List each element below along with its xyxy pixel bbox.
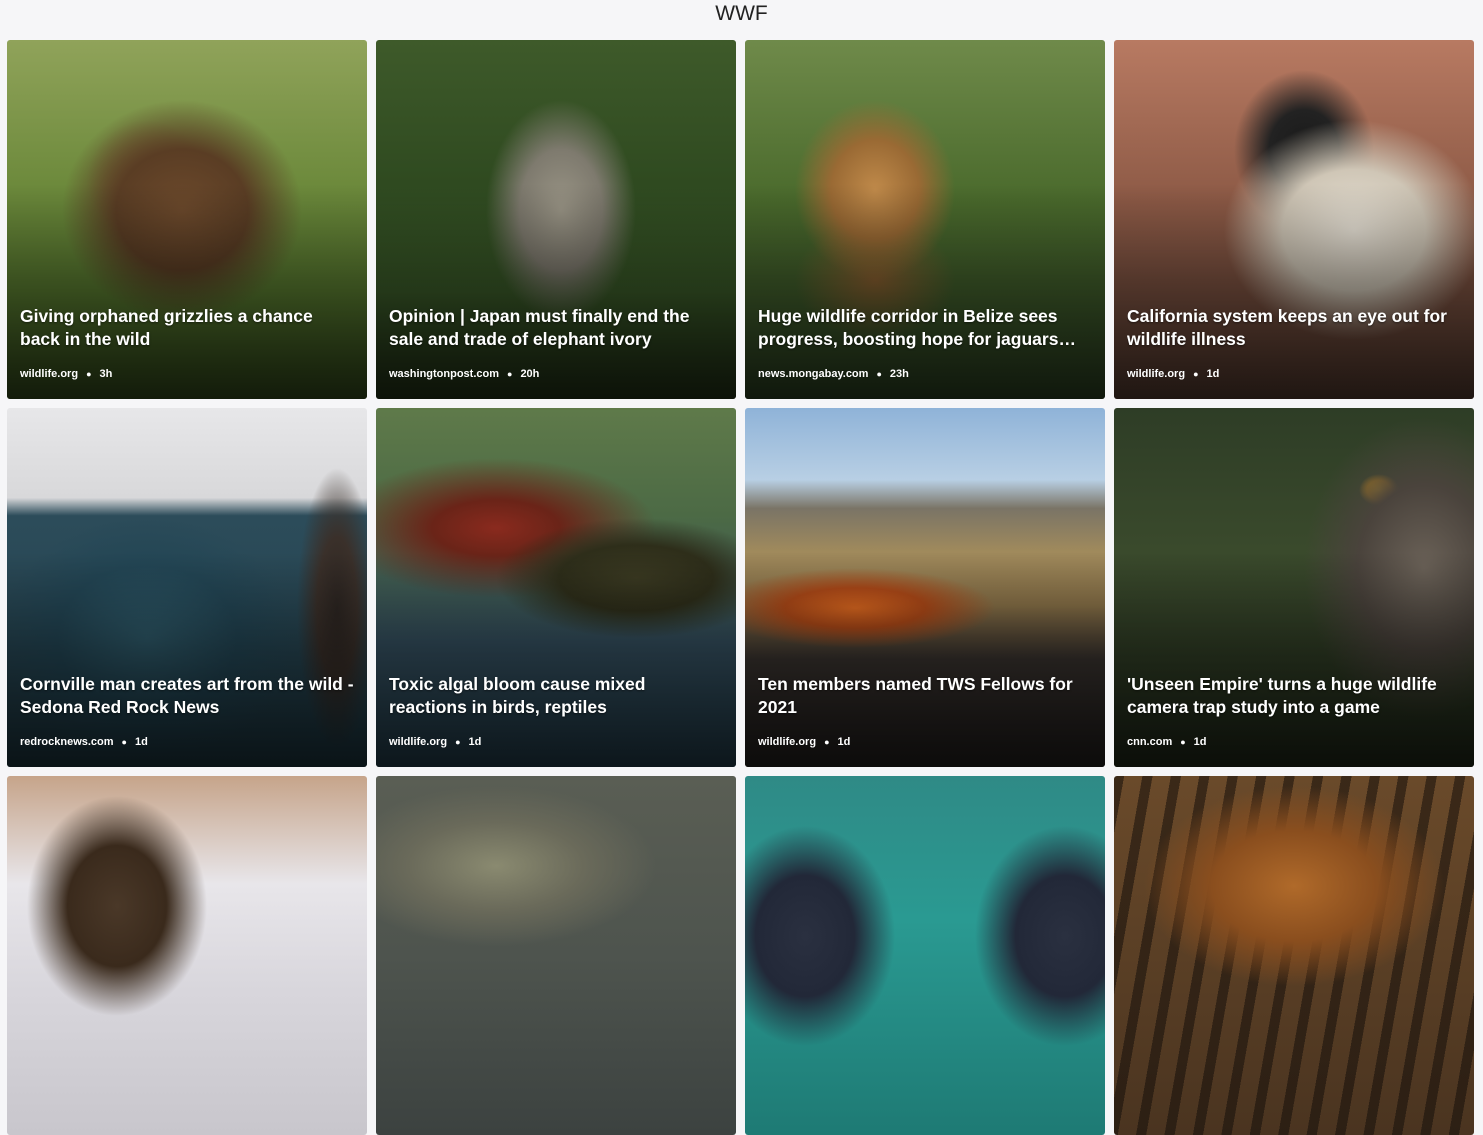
news-card[interactable]: Toxic algal bloom cause mixed reactions … — [376, 408, 736, 767]
card-gradient — [7, 183, 367, 399]
card-gradient — [376, 183, 736, 399]
card-source: wildlife.org — [389, 736, 448, 748]
card-source: redrocknews.com — [20, 736, 114, 748]
card-age: 1d — [468, 736, 482, 748]
card-gradient — [1114, 183, 1474, 399]
card-title[interactable]: Ten members named TWS Fellows for 2021 — [758, 673, 1093, 719]
news-card[interactable]: Ten members named TWS Fellows for 2021 w… — [745, 408, 1105, 767]
card-title[interactable]: Huge wildlife corridor in Belize sees pr… — [758, 305, 1093, 351]
news-card[interactable]: Huge wildlife corridor in Belize sees pr… — [745, 40, 1105, 399]
card-title[interactable]: 'Unseen Empire' turns a huge wildlife ca… — [1127, 673, 1462, 719]
card-gradient — [745, 183, 1105, 399]
news-card[interactable] — [745, 776, 1105, 1135]
news-card[interactable]: 'Unseen Empire' turns a huge wildlife ca… — [1114, 408, 1474, 767]
card-source: cnn.com — [1127, 736, 1173, 748]
separator-dot-icon: ● — [121, 737, 127, 747]
card-gradient — [7, 551, 367, 767]
card-source: news.mongabay.com — [758, 368, 869, 380]
card-meta: news.mongabay.com ● 23h — [758, 368, 909, 380]
card-age: 20h — [520, 368, 540, 380]
card-source: wildlife.org — [1127, 368, 1186, 380]
card-title[interactable]: California system keeps an eye out for w… — [1127, 305, 1462, 351]
separator-dot-icon: ● — [876, 369, 882, 379]
card-meta: wildlife.org ● 1d — [1127, 368, 1219, 380]
separator-dot-icon: ● — [455, 737, 461, 747]
news-grid: Giving orphaned grizzlies a chance back … — [7, 40, 1474, 1135]
card-age: 1d — [134, 736, 148, 748]
page-header: WWF — [0, 0, 1483, 29]
news-card[interactable]: Cornville man creates art from the wild … — [7, 408, 367, 767]
card-age: 3h — [99, 368, 113, 380]
card-source: wildlife.org — [758, 736, 817, 748]
page-title: WWF — [715, 2, 768, 25]
separator-dot-icon: ● — [86, 369, 92, 379]
card-title[interactable]: Cornville man creates art from the wild … — [20, 673, 355, 719]
card-meta: wildlife.org ● 1d — [758, 736, 850, 748]
card-title[interactable]: Toxic algal bloom cause mixed reactions … — [389, 673, 724, 719]
news-card[interactable] — [376, 776, 736, 1135]
separator-dot-icon: ● — [1180, 737, 1186, 747]
news-card[interactable] — [1114, 776, 1474, 1135]
news-card[interactable]: Opinion | Japan must finally end the sal… — [376, 40, 736, 399]
separator-dot-icon: ● — [1193, 369, 1199, 379]
card-gradient — [376, 551, 736, 767]
card-age: 23h — [889, 368, 909, 380]
card-meta: washingtonpost.com ● 20h — [389, 368, 539, 380]
card-age: 1d — [837, 736, 851, 748]
card-title[interactable]: Giving orphaned grizzlies a chance back … — [20, 305, 355, 351]
card-meta: wildlife.org ● 1d — [389, 736, 481, 748]
card-meta: cnn.com ● 1d — [1127, 736, 1207, 748]
card-source: wildlife.org — [20, 368, 79, 380]
news-card[interactable] — [7, 776, 367, 1135]
card-gradient — [1114, 551, 1474, 767]
news-card[interactable]: Giving orphaned grizzlies a chance back … — [7, 40, 367, 399]
separator-dot-icon: ● — [507, 369, 513, 379]
card-meta: redrocknews.com ● 1d — [20, 736, 148, 748]
card-source: washingtonpost.com — [389, 368, 499, 380]
card-gradient — [745, 551, 1105, 767]
card-age: 1d — [1206, 368, 1220, 380]
card-meta: wildlife.org ● 3h — [20, 368, 112, 380]
card-title[interactable]: Opinion | Japan must finally end the sal… — [389, 305, 724, 351]
card-age: 1d — [1193, 736, 1207, 748]
separator-dot-icon: ● — [824, 737, 830, 747]
news-card[interactable]: California system keeps an eye out for w… — [1114, 40, 1474, 399]
